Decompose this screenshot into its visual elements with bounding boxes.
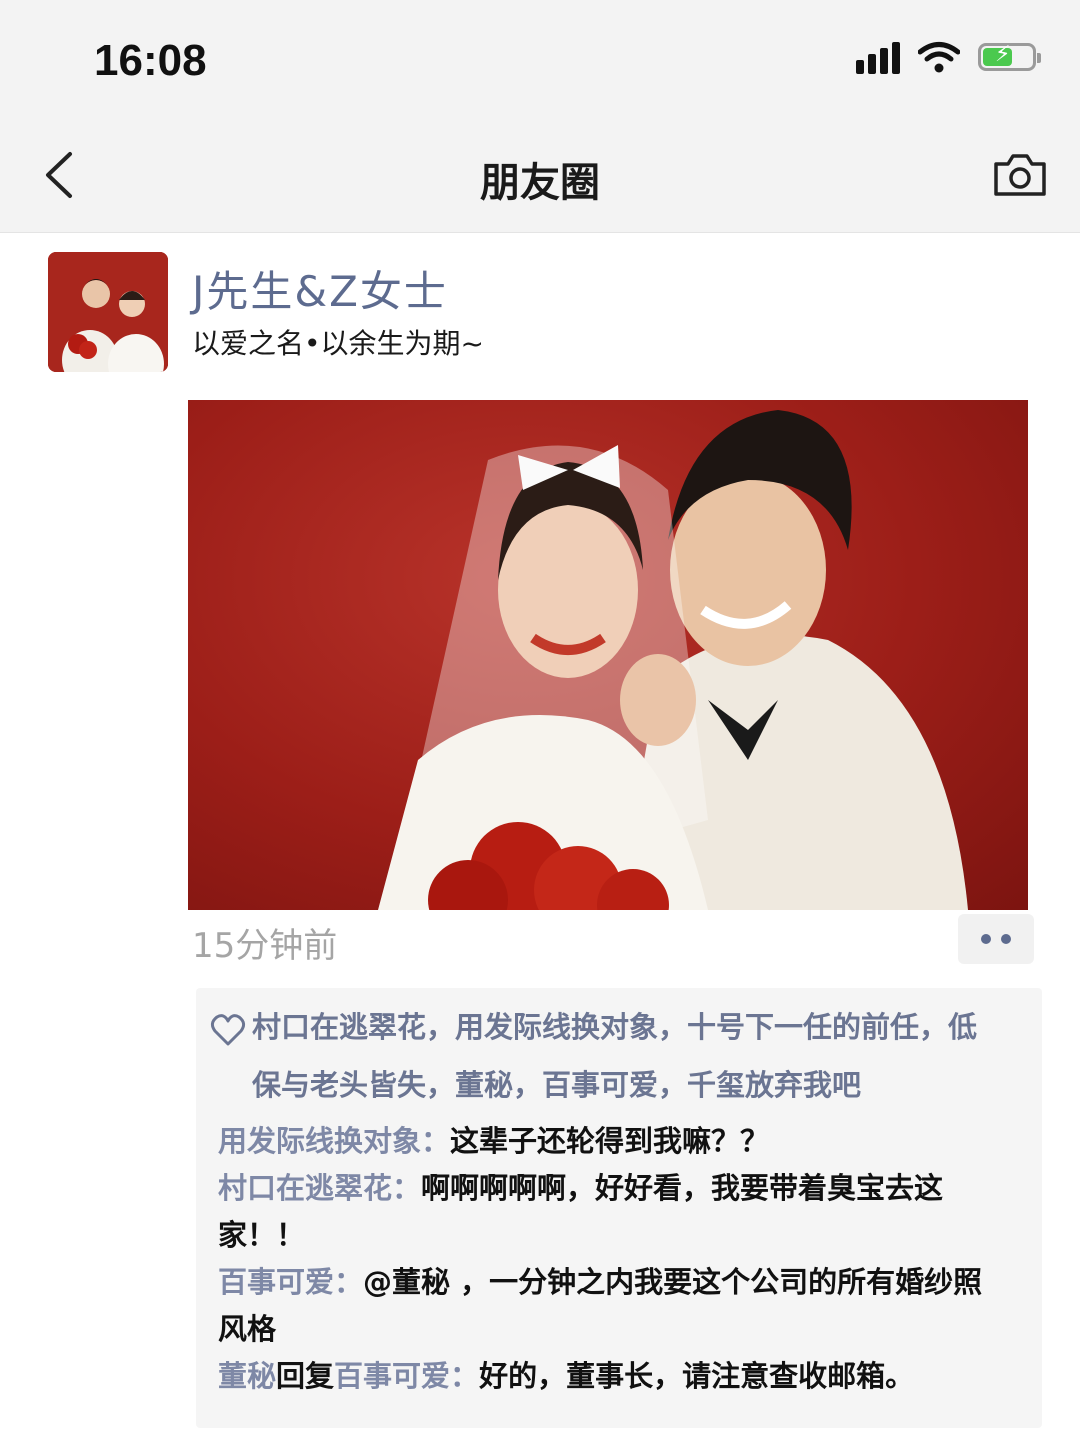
interaction-box: 村口在逃翠花，用发际线换对象，十号下一任的前任，低保与老头皆失，董秘，百事可爱，…: [196, 988, 1042, 1428]
comment-separator: ：: [392, 1171, 422, 1205]
comment-author[interactable]: 用发际线换对象: [218, 1124, 421, 1158]
nav-bar: 朋友圈: [0, 120, 1080, 233]
status-icons: ⚡: [856, 40, 1041, 74]
comments-list: 用发际线换对象：这辈子还轮得到我嘛？？ 村口在逃翠花：啊啊啊啊啊，好好看，我要带…: [218, 1118, 998, 1400]
comment-text: 好的，董事长，请注意查收邮箱。: [479, 1359, 915, 1393]
comment-author[interactable]: 董秘: [218, 1359, 276, 1393]
avatar[interactable]: [48, 252, 168, 372]
wifi-icon: [918, 42, 960, 73]
more-dot-icon: [1001, 934, 1011, 944]
post-photo[interactable]: [188, 400, 1028, 910]
more-options-button[interactable]: [958, 914, 1034, 964]
comment-text: 这辈子还轮得到我嘛？？: [450, 1124, 770, 1158]
comment[interactable]: 董秘回复百事可爱：好的，董事长，请注意查收邮箱。: [218, 1353, 998, 1400]
battery-icon: ⚡: [978, 42, 1041, 71]
cellular-signal-icon: [856, 40, 900, 74]
more-dot-icon: [981, 934, 991, 944]
likes-list: 村口在逃翠花，用发际线换对象，十号下一任的前任，低保与老头皆失，董秘，百事可爱，…: [210, 998, 1000, 1114]
post-text: 以爱之名•以余生为期~: [192, 327, 484, 360]
comment-separator: ：: [450, 1359, 480, 1393]
status-time: 16:08: [94, 36, 207, 85]
camera-icon[interactable]: [992, 150, 1048, 198]
likes-names[interactable]: 村口在逃翠花，用发际线换对象，十号下一任的前任，低保与老头皆失，董秘，百事可爱，…: [252, 998, 1000, 1114]
heart-icon: [210, 1014, 246, 1046]
comment-separator: ：: [421, 1124, 451, 1158]
user-name[interactable]: J先生&Z女士: [192, 258, 448, 319]
post-timestamp: 15分钟前: [192, 926, 338, 966]
comment[interactable]: 用发际线换对象：这辈子还轮得到我嘛？？: [218, 1118, 998, 1165]
comment-author[interactable]: 百事可爱: [218, 1265, 334, 1299]
comment-author[interactable]: 村口在逃翠花: [218, 1171, 392, 1205]
comment-reply-word: 回复: [276, 1359, 335, 1393]
comment-separator: ：: [334, 1265, 364, 1299]
comment[interactable]: 百事可爱：@董秘 ，一分钟之内我要这个公司的所有婚纱照风格: [218, 1259, 998, 1353]
page-title: 朋友圈: [480, 160, 600, 206]
status-bar: 16:08 ⚡: [0, 0, 1080, 120]
comment-reply-to[interactable]: 百事可爱: [334, 1359, 450, 1393]
comment[interactable]: 村口在逃翠花：啊啊啊啊啊，好好看，我要带着臭宝去这家！！: [218, 1165, 998, 1259]
